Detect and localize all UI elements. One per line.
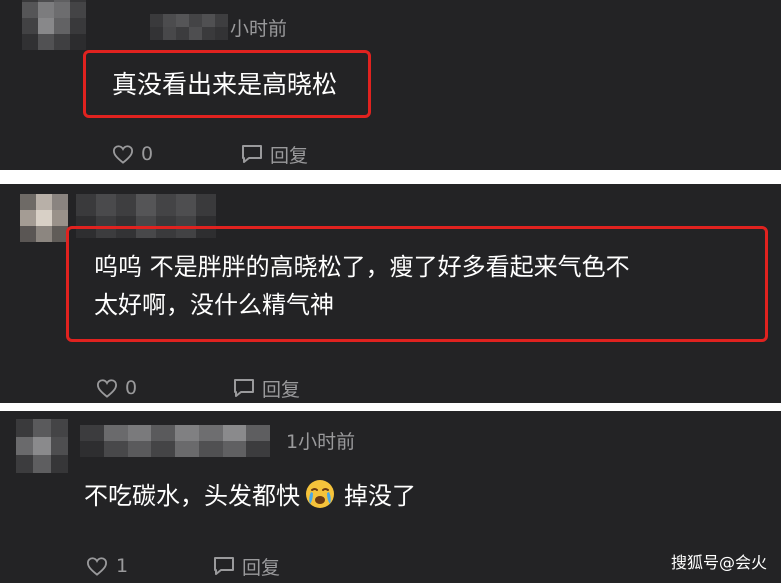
like-count: 0	[125, 377, 138, 399]
comment-card-2: 呜呜 不是胖胖的高晓松了，瘦了好多看起来气色不 太好啊，没什么精气神 0 回复	[0, 184, 781, 403]
like-count: 1	[116, 555, 129, 577]
comment-card-3: 1小时前 不吃碳水，头发都快 掉没了 1 回复 搜狐号@会火	[0, 411, 781, 583]
username-blurred[interactable]	[150, 14, 228, 40]
comment-time: 1小时前	[286, 431, 356, 453]
comment-icon	[232, 377, 256, 399]
comment-text: 呜呜 不是胖胖的高晓松了，瘦了好多看起来气色不 太好啊，没什么精气神	[94, 248, 630, 324]
comment-text: 不吃碳水，头发都快 掉没了	[84, 477, 416, 515]
reply-button[interactable]: 回复	[212, 553, 280, 579]
reply-label: 回复	[270, 144, 309, 167]
heart-icon	[86, 556, 108, 576]
like-count: 0	[141, 143, 154, 165]
reply-label: 回复	[242, 556, 281, 579]
reply-button[interactable]: 回复	[232, 375, 300, 401]
username-blurred[interactable]	[80, 425, 270, 457]
comment-card-1: 小时前 真没看出来是高晓松 0 回复	[0, 0, 781, 170]
avatar-blurred[interactable]	[20, 194, 68, 242]
heart-icon	[96, 378, 118, 398]
reply-label: 回复	[262, 378, 301, 401]
reply-button[interactable]: 回复	[240, 141, 308, 167]
comment-text-line: 真没看出来是高晓松	[112, 70, 338, 99]
comment-text-line: 太好啊，没什么精气神	[94, 291, 334, 319]
comment-time: 小时前	[230, 18, 288, 40]
avatar-blurred[interactable]	[16, 419, 68, 473]
watermark: 搜狐号@会火	[670, 553, 767, 572]
like-button[interactable]: 1	[86, 553, 128, 579]
like-button[interactable]: 0	[96, 375, 137, 401]
crying-face-icon	[304, 478, 336, 510]
comment-text-segment: 不吃碳水，头发都快	[84, 482, 300, 510]
avatar-blurred[interactable]	[22, 0, 86, 50]
like-button[interactable]: 0	[112, 141, 153, 167]
comment-text: 真没看出来是高晓松	[112, 66, 337, 104]
comment-text-segment: 掉没了	[344, 482, 416, 510]
heart-icon	[112, 144, 134, 164]
comment-icon	[212, 555, 236, 577]
comment-icon	[240, 143, 264, 165]
comment-text-line: 呜呜 不是胖胖的高晓松了，瘦了好多看起来气色不	[94, 253, 630, 281]
